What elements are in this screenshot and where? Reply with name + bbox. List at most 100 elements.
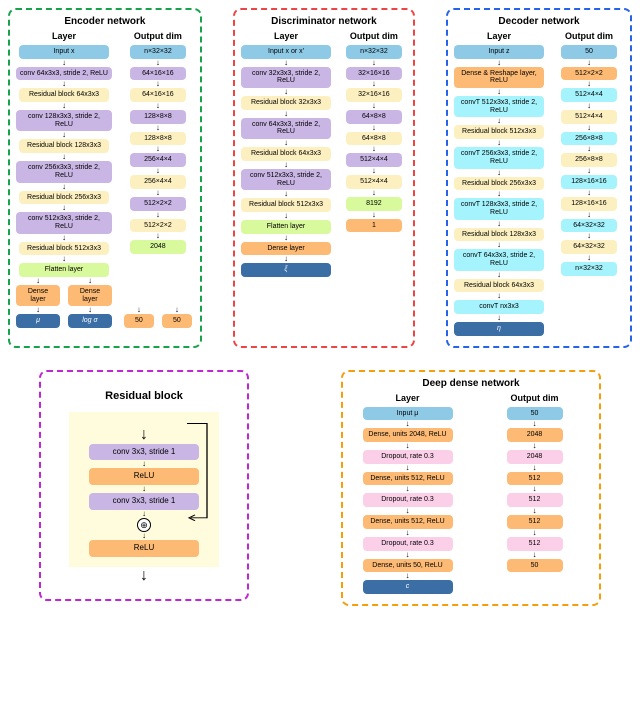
arrow-icon: ↓ [497,169,501,177]
encoder-dim-9: 2048 [130,240,186,254]
arrow-icon: ↓ [587,254,591,262]
resid-relu2: ReLU [89,540,199,557]
arrow-icon: ↓ [533,507,537,515]
decoder-dim-1: 512×2×2 [561,67,617,81]
discriminator-dim-5: 512×4×4 [346,153,402,167]
decoder-title: Decoder network [454,16,624,27]
encoder-layer-5: conv 256x3x3, stride 2, ReLU [16,161,112,182]
dense-layer-2: Dropout, rate 0.3 [363,450,453,464]
arrow-icon: ↓ [497,241,501,249]
decoder-layer-2: convT 512x3x3, stride 2, ReLU [454,96,544,117]
discriminator-dim-7: 8192 [346,197,402,211]
encoder-panel: Encoder network Layer Input x↓conv 64x3x… [8,8,202,348]
discriminator-layer-2: Residual block 32x3x3 [241,96,331,110]
dense-dim-4: 512 [507,493,563,507]
encoder-title: Encoder network [16,16,194,27]
arrow-icon: ↓ [156,167,160,175]
discriminator-layer-0: Input x or x' [241,45,331,59]
encoder-layer-4: Residual block 128x3x3 [19,139,109,153]
residual-title: Residual block [69,390,219,402]
arrow-icon: ↓ [587,189,591,197]
dec-layer-col: Layer Input z↓Dense & Reshape layer, ReL… [454,31,544,336]
arrow-icon: ↓ [62,131,66,139]
discriminator-dim-0: n×32×32 [346,45,402,59]
disc-dim-hdr: Output dim [350,31,398,41]
arrow-icon: ↓ [406,420,410,428]
arrow-icon: ↓ [284,139,288,147]
dense-layer-3: Dense, units 512, ReLU [363,472,453,486]
dense-layer-5: Dense, units 512, ReLU [363,515,453,529]
arrow-icon: ↓ [284,212,288,220]
encoder-layer-8: Residual block 512x3x3 [19,242,109,256]
encoder-dim-3: 128×8×8 [130,110,186,124]
dense-layer-6: Dropout, rate 0.3 [363,537,453,551]
arrow-icon: ↓ [156,232,160,240]
residual-panel: Residual block ↓ conv 3x3, stride 1 ↓ Re… [39,370,249,601]
arrow-icon: ↓ [587,232,591,240]
disc-dim-col: Output dim n×32×32↓32×16×16↓32×16×16↓64×… [341,31,407,277]
arrow-icon: ↓ [533,529,537,537]
arrow-icon: ↓ [372,145,376,153]
arrow-icon: ↓ [62,204,66,212]
discriminator-dim-4: 64×8×8 [346,132,402,146]
encoder-layer-9: Flatten layer [19,263,109,277]
dense-dim-2: 2048 [507,450,563,464]
encoder-layer-6: Residual block 256x3x3 [19,191,109,205]
arrow-icon: ↓ [406,551,410,559]
arrow-icon: ↓ [533,420,537,428]
arrow-icon: ↓ [284,161,288,169]
decoder-dim-0: 50 [561,45,617,59]
arrow-icon: ↓ [587,59,591,67]
dense-dim-6: 512 [507,537,563,551]
arrow-icon: ↓ [156,80,160,88]
arrow-icon: ↓ [372,102,376,110]
encoder-layer-hdr: Layer [52,31,76,41]
encoder-layer-7: conv 512x3x3, stride 2, ReLU [16,212,112,233]
decoder-dim-7: 128×16×16 [561,197,617,211]
disc-out: ξ [241,263,331,277]
decoder-layer-10: convT nx3x3 [454,300,544,314]
decoder-dim-10: n×32×32 [561,262,617,276]
arrow-icon: ↓ [406,529,410,537]
arrow-icon: ↓ [62,102,66,110]
dense-dim-0: 50 [507,407,563,421]
discriminator-dim-2: 32×16×16 [346,88,402,102]
resid-relu1: ReLU [89,468,199,485]
decoder-layer-9: Residual block 64x3x3 [454,279,544,293]
arrow-icon: ↓ [497,271,501,279]
arrow-icon: ↓ [406,485,410,493]
decoder-dim-5: 256×8×8 [561,153,617,167]
arrow-icon: ↓ [284,110,288,118]
arrow-icon: ↓ [497,88,501,96]
discriminator-dim-1: 32×16×16 [346,67,402,81]
dense-out: c [363,580,453,594]
dense-layer-0: Input μ [363,407,453,421]
dec-dim-col: Output dim 50↓512×2×2↓512×4×4↓512×4×4↓25… [554,31,624,336]
arrow-icon: ↓ [372,59,376,67]
arrow-icon: ↓ [587,211,591,219]
encoder-dim-6: 256×4×4 [130,175,186,189]
encoder-layer-col: Layer Input x↓conv 64x3x3, stride 2, ReL… [16,31,112,328]
encoder-dense-right: Dense layer [68,285,112,306]
arrow-icon: ↓ [497,220,501,228]
dense-dim-5: 512 [507,515,563,529]
dense-layer-7: Dense, units 50, ReLU [363,559,453,573]
encoder-dim-8: 512×2×2 [130,219,186,233]
arrow-icon: ↓ [62,255,66,263]
arrow-icon: ↓ [372,167,376,175]
arrow-icon: ↓ [533,464,537,472]
decoder-layer-8: convT 64x3x3, stride 2, ReLU [454,249,544,270]
disc-layer-hdr: Layer [274,31,298,41]
discriminator-dim-6: 512×4×4 [346,175,402,189]
arrow-icon: ↓ [156,189,160,197]
dense-title: Deep dense network [349,378,593,389]
arrow-icon: ↓ [587,124,591,132]
encoder-out-mu: μ [16,314,60,328]
dense-dim-7: 50 [507,559,563,573]
decoder-layer-7: Residual block 128x3x3 [454,228,544,242]
arrow-icon: ↓ [533,442,537,450]
arrow-icon: ↓ [497,59,501,67]
decoder-dim-6: 128×16×16 [561,175,617,189]
arrow-icon: ↓ [62,80,66,88]
discriminator-layer-7: Flatten layer [241,220,331,234]
